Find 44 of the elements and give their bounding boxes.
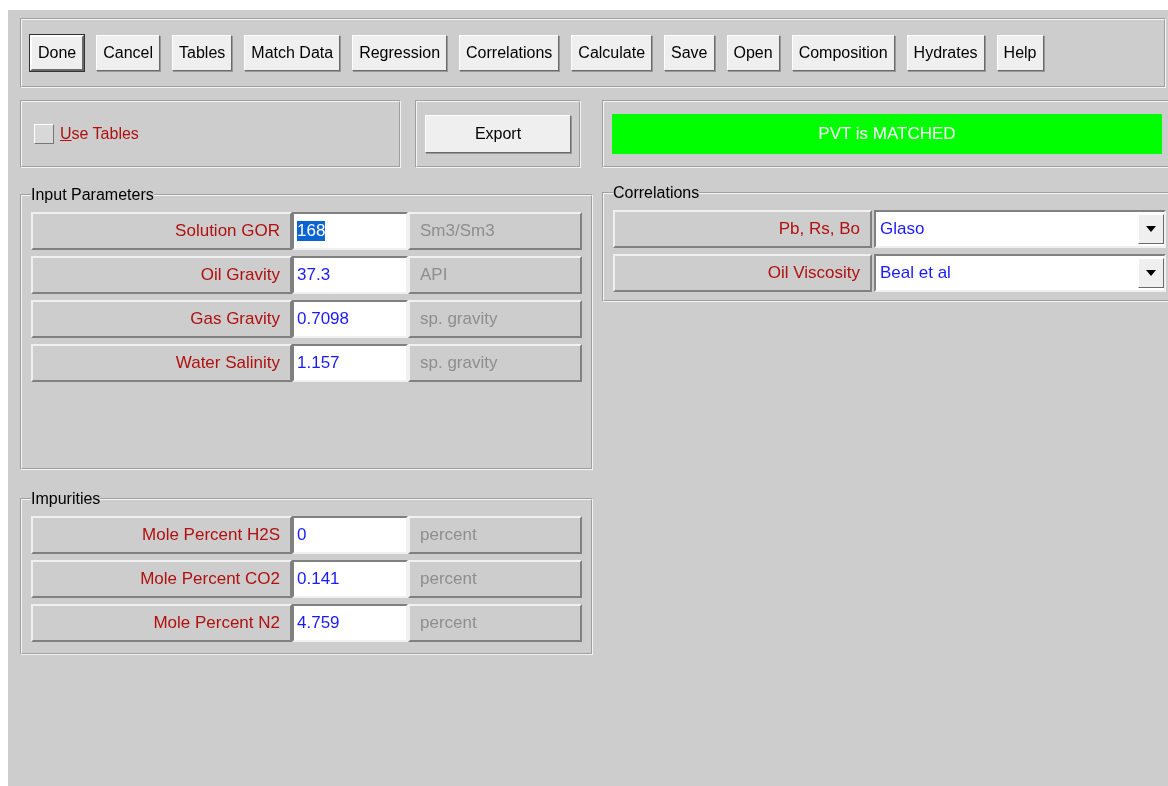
unit-label: sp. gravity xyxy=(408,344,582,382)
toolbar-button[interactable]: Cancel xyxy=(96,35,161,71)
input-field[interactable]: 37.3 xyxy=(292,256,408,294)
checkbox[interactable] xyxy=(34,124,54,144)
toolbar-button[interactable]: Tables xyxy=(172,35,233,71)
toolbar-button[interactable]: Done xyxy=(30,35,85,71)
toolbar-button[interactable]: Calculate xyxy=(571,35,653,71)
field-label: Mole Percent CO2 xyxy=(31,560,292,598)
status-bar: PVT is MATCHED xyxy=(612,114,1162,154)
field-label: Oil Viscosity xyxy=(613,254,872,292)
input-field[interactable]: 0.7098 xyxy=(292,300,408,338)
unit-label: percent xyxy=(408,604,582,642)
checkbox-label[interactable]: Use Tables xyxy=(60,125,139,143)
toolbar-button[interactable]: Help xyxy=(996,35,1044,71)
unit-label: Sm3/Sm3 xyxy=(408,212,582,250)
field-label: Water Salinity xyxy=(31,344,292,382)
input-field[interactable]: 1.157 xyxy=(292,344,408,382)
field-label: Gas Gravity xyxy=(31,300,292,338)
unit-label: API xyxy=(408,256,582,294)
input-field[interactable]: 0.141 xyxy=(292,560,408,598)
export-button[interactable]: Export xyxy=(425,115,571,153)
group-title: Input Parameters xyxy=(31,186,154,204)
input-field[interactable]: 0 xyxy=(292,516,408,554)
input-field[interactable]: 4.759 xyxy=(292,604,408,642)
toolbar-button[interactable]: Hydrates xyxy=(906,35,985,71)
dropdown[interactable]: Glaso xyxy=(874,210,1166,248)
toolbar-button[interactable]: Composition xyxy=(791,35,895,71)
field-label: Oil Gravity xyxy=(31,256,292,294)
group-title: Correlations xyxy=(613,184,700,202)
field-label: Solution GOR xyxy=(31,212,292,250)
toolbar-button[interactable]: Correlations xyxy=(459,35,560,71)
toolbar-button[interactable]: Match Data xyxy=(244,35,341,71)
toolbar-button[interactable]: Save xyxy=(664,35,715,71)
group-title: Impurities xyxy=(31,490,101,508)
dropdown[interactable]: Beal et al xyxy=(874,254,1166,292)
field-label: Mole Percent H2S xyxy=(31,516,292,554)
toolbar-button[interactable]: Open xyxy=(726,35,780,71)
unit-label: percent xyxy=(408,560,582,598)
input-field[interactable]: 168 xyxy=(292,212,408,250)
unit-label: sp. gravity xyxy=(408,300,582,338)
toolbar-button[interactable]: Regression xyxy=(352,35,448,71)
unit-label: percent xyxy=(408,516,582,554)
field-label: Pb, Rs, Bo xyxy=(613,210,872,248)
field-label: Mole Percent N2 xyxy=(31,604,292,642)
